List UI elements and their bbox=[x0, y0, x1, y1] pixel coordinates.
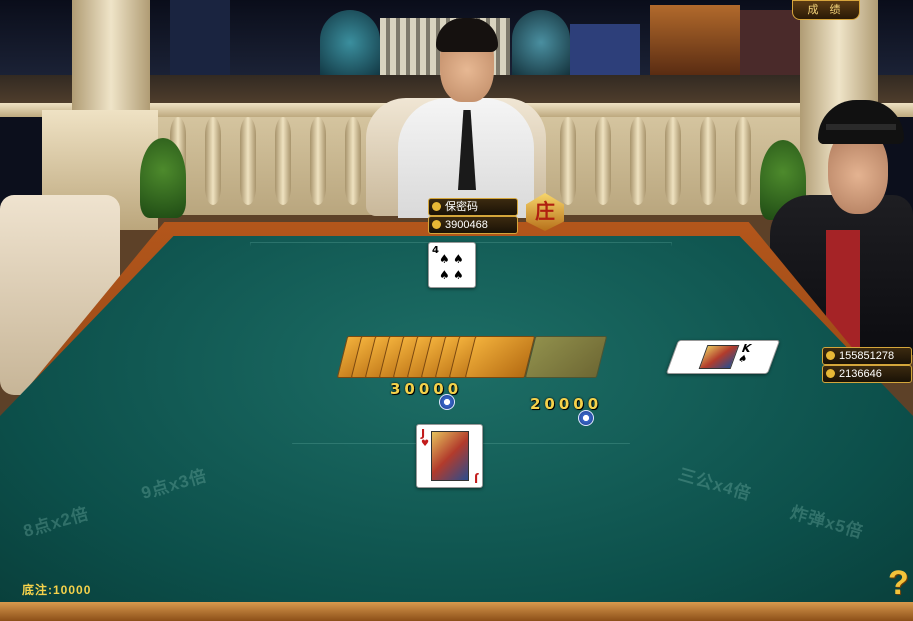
base-bet-label: 底注:10000 bbox=[22, 583, 92, 597]
card-rank: J bbox=[421, 427, 426, 440]
player-right-hatband bbox=[826, 124, 896, 130]
dealer-card: 4 ♠ ♠ ♠ ♠ bbox=[428, 242, 476, 288]
baluster bbox=[275, 117, 291, 205]
heart-icon: ♥ bbox=[421, 439, 430, 449]
card-rank: J bbox=[473, 472, 478, 485]
spade-icon: ♠ bbox=[453, 252, 464, 266]
building bbox=[512, 10, 570, 75]
user-icon bbox=[826, 351, 835, 360]
king-face-image bbox=[698, 345, 740, 369]
spade-icon: ♠ bbox=[439, 268, 450, 282]
building bbox=[740, 10, 800, 75]
jack-face-image bbox=[431, 431, 469, 481]
building bbox=[320, 10, 380, 75]
help-icon[interactable]: ? bbox=[888, 566, 912, 600]
baluster bbox=[630, 117, 646, 205]
card-back bbox=[464, 336, 536, 378]
coin-icon bbox=[432, 220, 441, 229]
card-rank: 4 bbox=[432, 245, 439, 256]
record-button[interactable]: 成 绩 bbox=[792, 0, 860, 20]
baluster bbox=[735, 117, 751, 205]
dealer-chips-box: 3900468 bbox=[428, 216, 518, 234]
dealer-name: 保密码 bbox=[445, 201, 478, 213]
baluster bbox=[310, 117, 326, 205]
plant bbox=[140, 138, 186, 218]
baluster bbox=[560, 117, 576, 205]
baluster bbox=[205, 117, 221, 205]
player-right-chips-bottom: 2136646 bbox=[839, 368, 882, 380]
baluster bbox=[665, 117, 681, 205]
chip-icon bbox=[578, 410, 594, 426]
spade-icon: ♠ bbox=[736, 354, 750, 365]
dealer-name-box: 保密码 bbox=[428, 198, 518, 216]
user-icon bbox=[432, 202, 441, 211]
baluster bbox=[595, 117, 611, 205]
card-rank: K bbox=[739, 342, 753, 355]
player-right-chips-top: 155851278 bbox=[839, 350, 895, 362]
baluster bbox=[345, 117, 361, 205]
card-back-shadow bbox=[524, 336, 608, 378]
bet-amount-right: 20000 bbox=[530, 395, 603, 413]
spade-icon: ♠ bbox=[453, 268, 464, 282]
player-right-chips-top-box: 155851278 bbox=[822, 347, 912, 365]
building bbox=[170, 0, 230, 75]
building bbox=[570, 24, 640, 75]
baluster bbox=[700, 117, 716, 205]
player-right-chips-bottom-box: 2136646 bbox=[822, 365, 912, 383]
spade-icon: ♠ bbox=[439, 252, 450, 266]
chip-icon bbox=[439, 394, 455, 410]
baluster bbox=[240, 117, 256, 205]
building bbox=[650, 5, 740, 75]
bottom-bar bbox=[0, 602, 913, 621]
my-card[interactable]: J ♥ J bbox=[416, 424, 483, 488]
coin-icon bbox=[826, 369, 835, 378]
player-right-card: K ♠ bbox=[665, 340, 781, 374]
dealer-chips: 3900468 bbox=[445, 219, 488, 231]
